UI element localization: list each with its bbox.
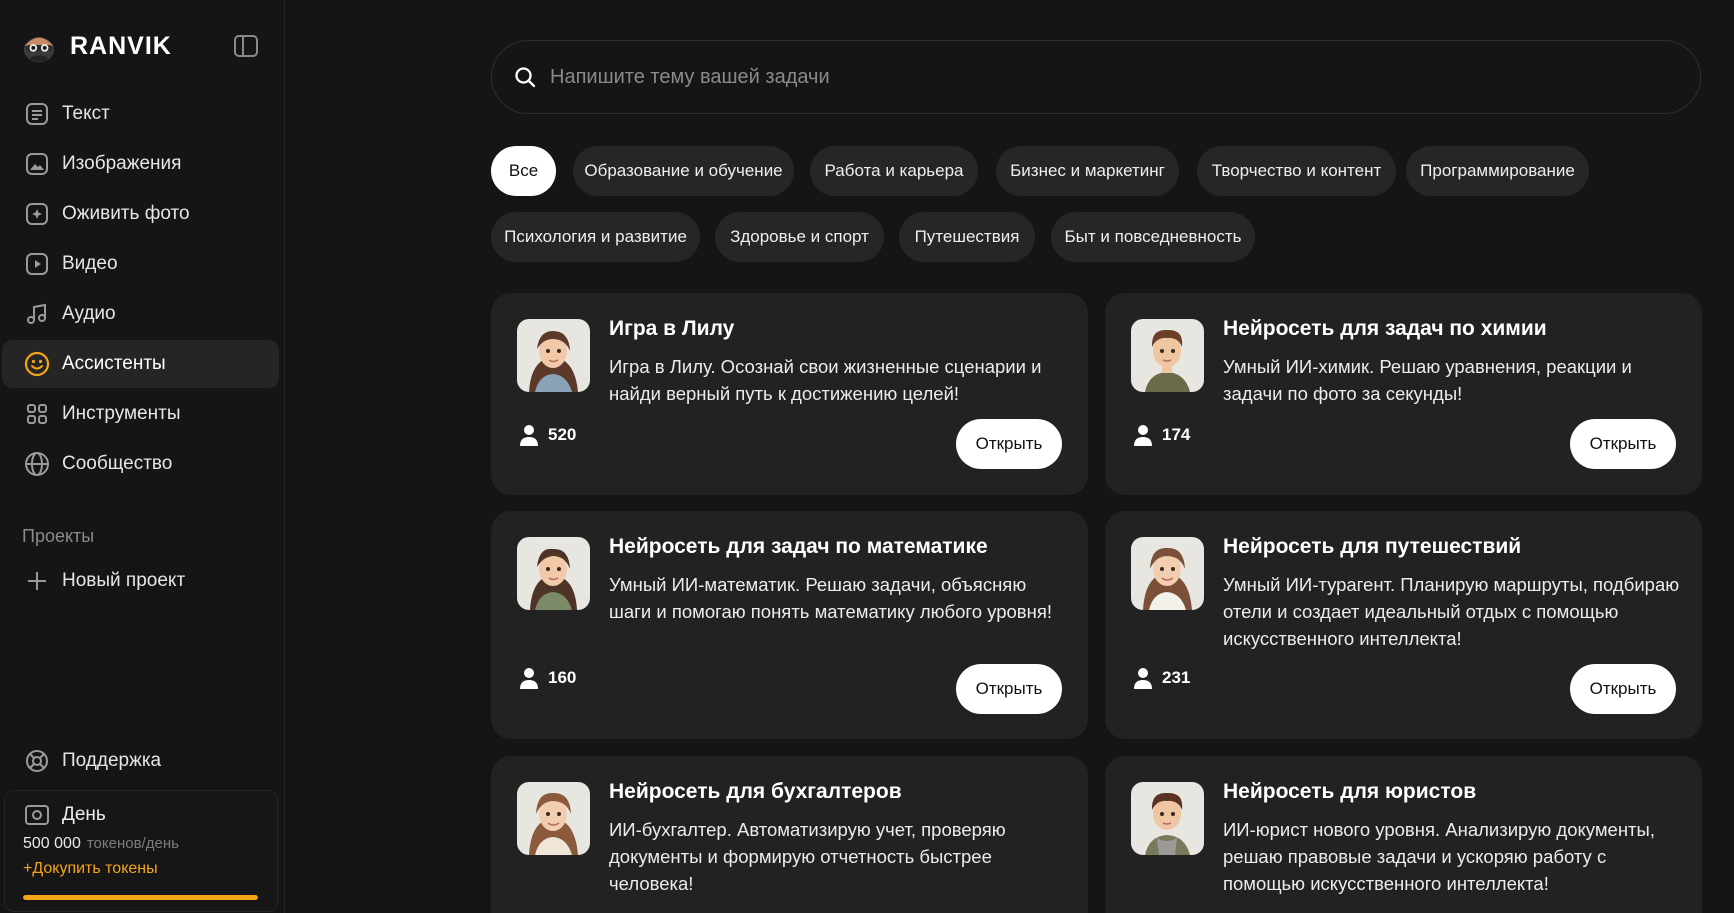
card-users-count: 174 (1162, 425, 1191, 444)
avatar (1131, 782, 1204, 855)
card-users-count: 231 (1162, 668, 1191, 687)
projects-section-title: Проекты (22, 526, 95, 546)
card-users-count: 520 (548, 425, 577, 444)
open-button[interactable]: Открыть (956, 664, 1062, 714)
sidebar-item-label: Ассистенты (62, 353, 166, 374)
user-icon (1134, 425, 1152, 446)
card-title: Нейросеть для юристов (1223, 780, 1477, 803)
assistant-card[interactable]: Игра в Лилу Игра в Лилу. Осознай свои жи… (491, 293, 1088, 495)
buy-tokens-link[interactable]: +Докупить токены (23, 860, 158, 878)
avatar (517, 782, 590, 855)
plan-header: День (24, 803, 106, 827)
sidebar-item-label: Сообщество (62, 453, 173, 474)
sidebar-item-video[interactable]: Видео (2, 240, 279, 288)
sidebar-item-label: Изображения (62, 153, 182, 174)
open-button[interactable]: Открыть (956, 419, 1062, 469)
avatar (517, 537, 590, 610)
assistant-card[interactable]: Нейросеть для задач по математике Умный … (491, 511, 1088, 739)
lifebuoy-icon (24, 748, 50, 774)
search-input[interactable] (550, 57, 1650, 97)
user-icon (520, 425, 538, 446)
avatar (517, 319, 590, 392)
card-title: Нейросеть для путешествий (1223, 535, 1522, 558)
plus-icon (24, 568, 50, 594)
plan-name: День (62, 804, 106, 825)
assistant-card[interactable]: Нейросеть для бухгалтеров ИИ-бухгалтер. … (491, 756, 1088, 913)
sidebar-item-tools[interactable]: Инструменты (2, 390, 279, 438)
sidebar-item-audio[interactable]: Аудио (2, 290, 279, 338)
open-button[interactable]: Открыть (1570, 419, 1676, 469)
new-project-button[interactable]: Новый проект (2, 558, 279, 604)
grid-icon (24, 401, 50, 427)
sidebar-item-animate-photo[interactable]: Оживить фото (2, 190, 279, 238)
sidebar-item-images[interactable]: Изображения (2, 140, 279, 188)
card-users: 174 (1133, 424, 1190, 446)
plan-tokens: 500 000 токенов/день (23, 835, 179, 853)
app-name: RANVIK (70, 31, 172, 60)
sidebar-item-community[interactable]: Сообщество (2, 440, 279, 488)
assistant-card[interactable]: Нейросеть для путешествий Умный ИИ-тураг… (1105, 511, 1702, 739)
chip-work-career[interactable]: Работа и карьера (810, 146, 978, 196)
card-description: Умный ИИ-математик. Решаю задачи, объясн… (609, 574, 1052, 622)
chip-business-marketing[interactable]: Бизнес и маркетинг (996, 146, 1179, 196)
card-title: Нейросеть для бухгалтеров (609, 780, 902, 803)
animate-photo-icon (24, 201, 50, 227)
sidebar-item-assistants[interactable]: Ассистенты (2, 340, 279, 388)
sidebar-item-label: Оживить фото (62, 203, 190, 224)
chip-psychology[interactable]: Психология и развитие (491, 212, 700, 262)
plan-tokens-unit: токенов/день (86, 835, 179, 852)
sidebar: RANVIK Текст Изображения Оживить фото Ви… (0, 0, 285, 913)
support-button[interactable]: Поддержка (2, 738, 279, 784)
plan-card: День 500 000 токенов/день +Докупить токен… (4, 790, 278, 912)
card-description: Умный ИИ-химик. Решаю уравнения, реакции… (1223, 356, 1632, 404)
card-title: Нейросеть для задач по химии (1223, 317, 1547, 340)
support-label: Поддержка (62, 750, 162, 771)
sidebar-item-label: Инструменты (62, 403, 181, 424)
card-users: 231 (1133, 667, 1190, 689)
sidebar-item-label: Аудио (62, 303, 116, 324)
video-icon (24, 251, 50, 277)
chip-travel[interactable]: Путешествия (899, 212, 1035, 262)
search-icon (515, 67, 536, 88)
card-description: ИИ-бухгалтер. Автоматизирую учет, провер… (609, 819, 1006, 894)
avatar (1131, 319, 1204, 392)
avatar (1131, 537, 1204, 610)
token-usage-bar (23, 895, 258, 900)
text-icon (24, 101, 50, 127)
plan-tokens-value: 500 000 (23, 835, 81, 852)
card-description: Игра в Лилу. Осознай свои жизненные сцен… (609, 356, 1042, 404)
card-users: 520 (519, 424, 576, 446)
globe-icon (24, 451, 50, 477)
card-description: ИИ-юрист нового уровня. Анализирую докум… (1223, 819, 1655, 894)
search-bar[interactable] (491, 40, 1701, 114)
chip-daily-life[interactable]: Быт и повседневность (1051, 212, 1255, 262)
logo[interactable]: RANVIK (20, 24, 172, 68)
chip-education[interactable]: Образование и обучение (573, 146, 794, 196)
card-description: Умный ИИ-турагент. Планирую маршруты, по… (1223, 574, 1680, 649)
sidebar-item-label: Видео (62, 253, 118, 274)
wallet-icon (25, 805, 49, 825)
sidebar-item-text[interactable]: Текст (2, 90, 279, 138)
chip-creativity-content[interactable]: Творчество и контент (1197, 146, 1396, 196)
logo-mascot-icon (23, 37, 55, 63)
chip-all[interactable]: Все (491, 146, 556, 196)
chip-programming[interactable]: Программирование (1406, 146, 1589, 196)
token-usage-bar-fill (23, 895, 258, 900)
card-title: Нейросеть для задач по математике (609, 535, 988, 558)
assistant-card[interactable]: Нейросеть для задач по химии Умный ИИ-хи… (1105, 293, 1702, 495)
chip-health-sport[interactable]: Здоровье и спорт (715, 212, 884, 262)
sidebar-toggle-icon[interactable] (233, 33, 259, 59)
user-icon (520, 668, 538, 689)
sidebar-item-label: Текст (62, 103, 110, 124)
card-users-count: 160 (548, 668, 577, 687)
open-button[interactable]: Открыть (1570, 664, 1676, 714)
image-icon (24, 151, 50, 177)
assistant-card[interactable]: Нейросеть для юристов ИИ-юрист нового ур… (1105, 756, 1702, 913)
smiley-icon (24, 351, 50, 377)
card-title: Игра в Лилу (609, 317, 735, 340)
new-project-label: Новый проект (62, 570, 186, 591)
card-users: 160 (519, 667, 576, 689)
music-note-icon (24, 301, 50, 327)
user-icon (1134, 668, 1152, 689)
